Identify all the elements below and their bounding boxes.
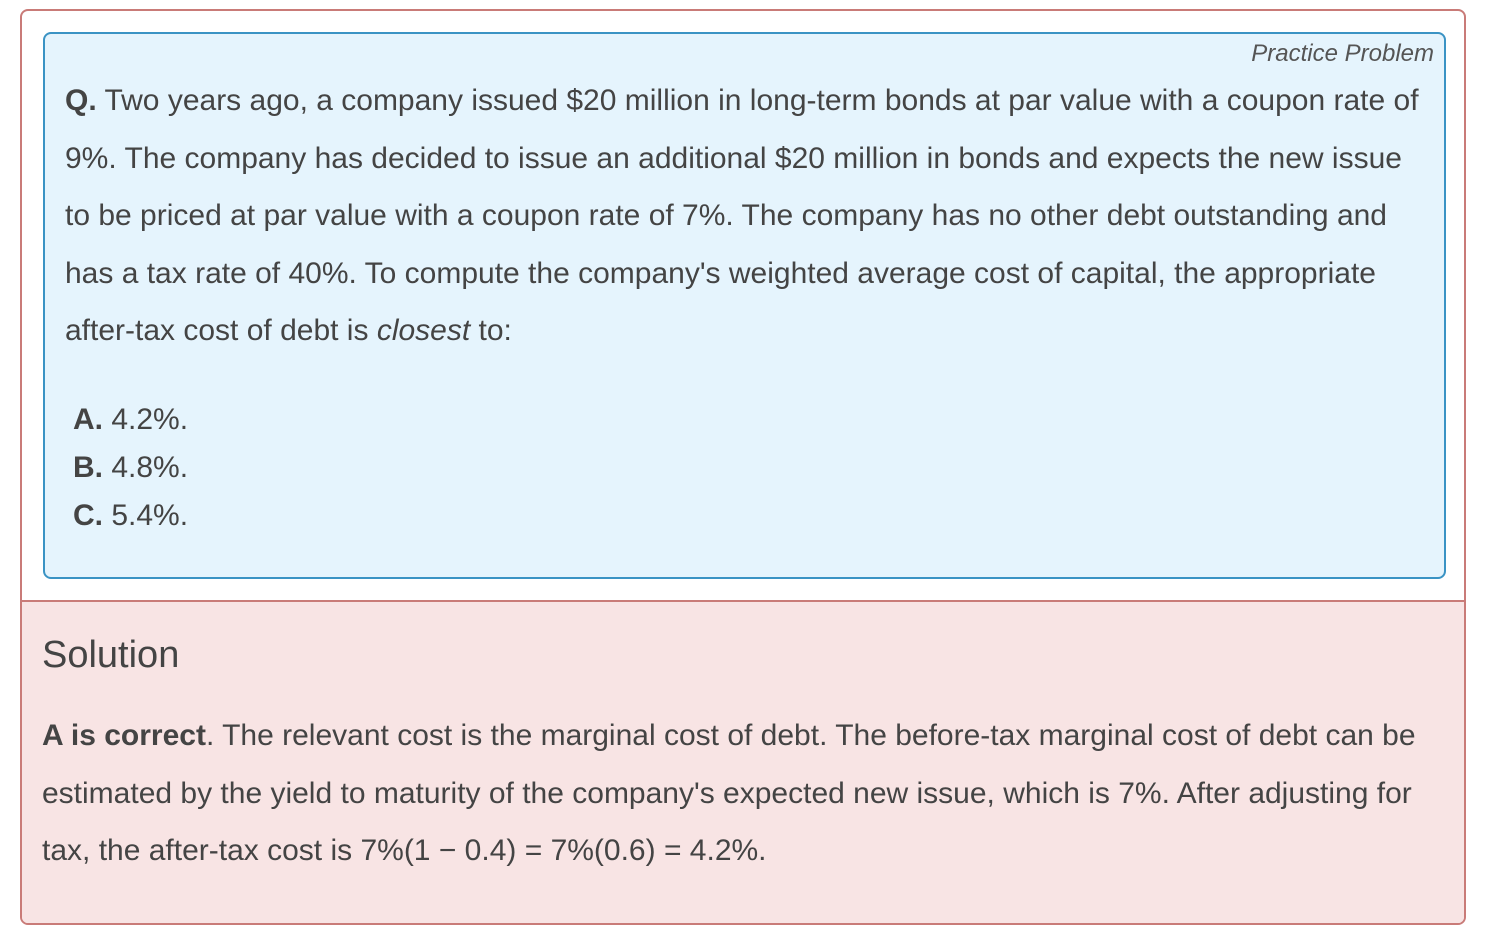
solution-body: . The relevant cost is the marginal cost… <box>42 719 1416 867</box>
practice-problem-badge: Practice Problem <box>1251 40 1434 67</box>
answer-option-c: C. 5.4%. <box>73 492 188 540</box>
option-letter: C. <box>73 499 103 532</box>
question-emphasis: closest <box>376 314 471 347</box>
option-text: 4.8%. <box>103 451 189 484</box>
option-text: 5.4%. <box>103 499 189 532</box>
answer-options: A. 4.2%. B. 4.8%. C. 5.4%. <box>73 396 188 540</box>
answer-option-a: A. 4.2%. <box>73 396 188 444</box>
practice-problem-card: Practice Problem Q. Two years ago, a com… <box>20 9 1466 925</box>
question-prefix: Q. <box>65 84 97 117</box>
solution-text: A is correct. The relevant cost is the m… <box>42 707 1442 880</box>
question-text: Q. Two years ago, a company issued $20 m… <box>65 72 1435 360</box>
option-letter: A. <box>73 403 103 436</box>
correct-answer-label: A is correct <box>42 719 206 752</box>
question-panel: Practice Problem Q. Two years ago, a com… <box>43 32 1446 579</box>
option-text: 4.2%. <box>103 403 189 436</box>
question-body-end: to: <box>470 314 512 347</box>
solution-panel: Solution A is correct. The relevant cost… <box>22 600 1464 923</box>
option-letter: B. <box>73 451 103 484</box>
question-body: Two years ago, a company issued $20 mill… <box>65 84 1419 347</box>
solution-title: Solution <box>42 634 180 676</box>
answer-option-b: B. 4.8%. <box>73 444 188 492</box>
